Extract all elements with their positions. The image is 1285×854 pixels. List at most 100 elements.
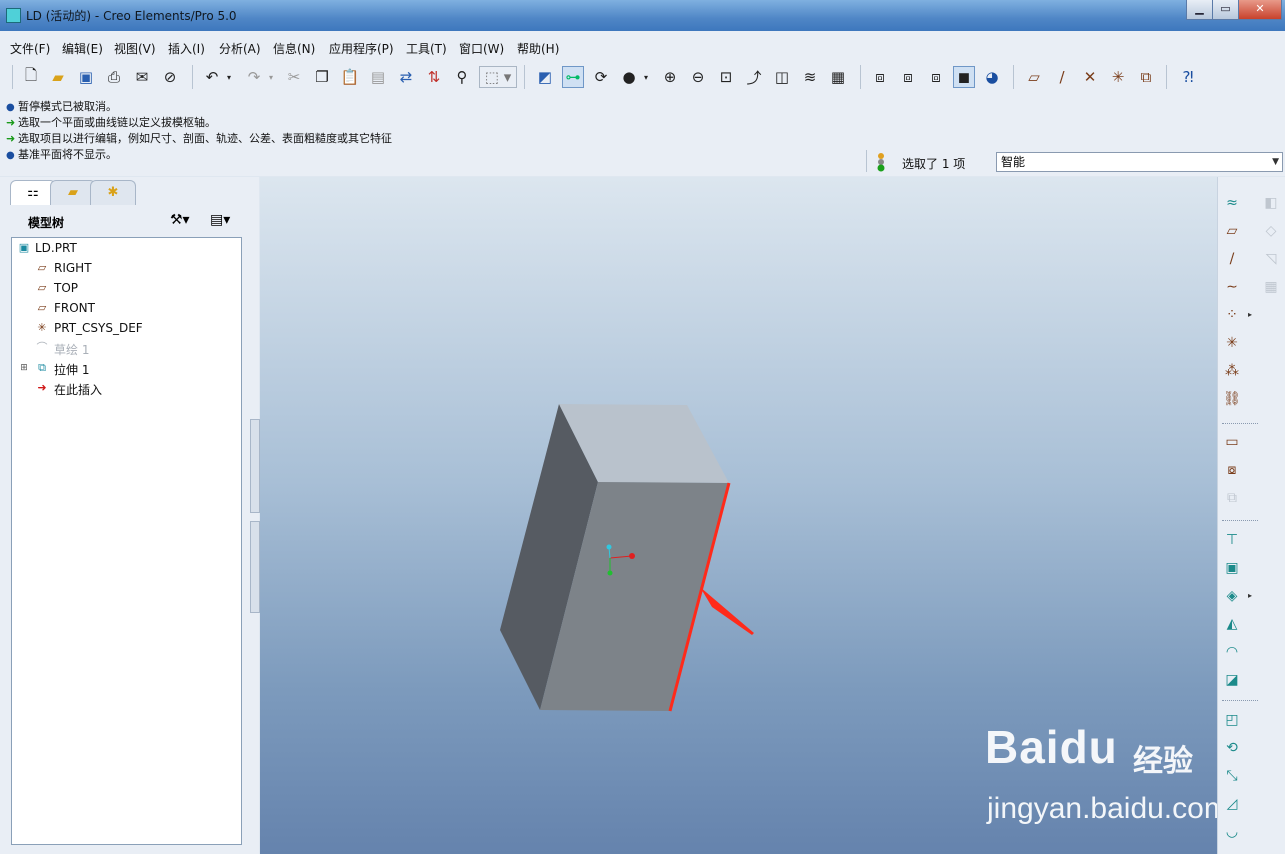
save-icon[interactable]: ▣	[75, 66, 97, 88]
boundary-tool-icon[interactable]: ◡	[1221, 821, 1243, 843]
datum-point-tool-icon[interactable]: ⁘	[1221, 304, 1243, 326]
mirror-icon[interactable]: ◧	[1260, 192, 1282, 214]
csys-tool-icon[interactable]: ✳	[1221, 332, 1243, 354]
point-display-icon[interactable]: ✕	[1079, 66, 1101, 88]
draft-tool-icon[interactable]: ◰	[1221, 709, 1243, 731]
enhanced-realism-icon[interactable]: ◕	[981, 66, 1003, 88]
open-icon[interactable]: ▰	[47, 66, 69, 88]
copy-icon[interactable]: ❐	[311, 66, 333, 88]
graphics-window[interactable]: Baidu 经验 jingyan.baidu.com	[260, 177, 1217, 854]
layers-icon[interactable]: ≋	[799, 66, 821, 88]
find-icon[interactable]: ⚲	[451, 66, 473, 88]
datum-curve-tool-icon[interactable]: ∼	[1221, 276, 1243, 298]
new-icon[interactable]: 🗋	[20, 66, 42, 88]
trim-icon[interactable]: ◹	[1260, 248, 1282, 270]
hidden-line-icon[interactable]: ⧈	[897, 66, 919, 88]
expand-icon[interactable]: ⊞	[17, 361, 31, 375]
feature-toolbar: ≈ ▱ / ∼ ⁘ ▸ ✳ ⁂ ⛓ ◧ ◇ ◹ ▦ ▭ ⧇ ⧉ ⊤ ▣ ◈ ▸ …	[1217, 177, 1285, 854]
tree-item-top[interactable]: ▱ TOP	[12, 278, 237, 298]
shading-icon[interactable]: ◼	[953, 66, 975, 88]
spin-center-icon[interactable]: ⊶	[562, 66, 584, 88]
sweep-tool-icon[interactable]: ⤡	[1221, 765, 1243, 787]
sketch-datum-icon[interactable]: ≈	[1221, 192, 1243, 214]
surface-finish-icon[interactable]: ⧇	[1221, 459, 1243, 481]
minimize-button[interactable]: ▁	[1186, 0, 1213, 20]
revolve-tool-icon[interactable]: ⟲	[1221, 737, 1243, 759]
datum-plane-tool-icon[interactable]: ▱	[1221, 220, 1243, 242]
datum-planes-display-icon[interactable]: ▱	[1023, 66, 1045, 88]
menu-help[interactable]: 帮助(H)	[517, 40, 559, 57]
send-mail-icon[interactable]: ✉	[131, 66, 153, 88]
hole-tool-icon[interactable]: ▣	[1221, 557, 1243, 579]
undo-icon[interactable]: ↶	[201, 66, 223, 88]
datum-target-icon[interactable]: ⧉	[1221, 487, 1243, 509]
tab-favorites[interactable]: ✱	[90, 180, 136, 205]
refit-icon[interactable]: ⊡	[715, 66, 737, 88]
redo-icon[interactable]: ↷	[243, 66, 265, 88]
menu-analysis[interactable]: 分析(A)	[219, 40, 261, 57]
tree-item-right[interactable]: ▱ RIGHT	[12, 258, 237, 278]
maximize-button[interactable]: ▭	[1212, 0, 1239, 20]
extrude-tool-icon[interactable]: ⊤	[1221, 529, 1243, 551]
shell-dropdown-icon[interactable]: ▸	[1245, 585, 1255, 607]
tree-item-front[interactable]: ▱ FRONT	[12, 298, 237, 318]
appearance-dropdown-icon[interactable]: ▾	[641, 66, 651, 88]
zoom-out-icon[interactable]: ⊖	[687, 66, 709, 88]
paste-icon[interactable]: 📋	[339, 66, 361, 88]
paste-special-icon[interactable]: ▤	[367, 66, 389, 88]
close-button[interactable]: ✕	[1238, 0, 1282, 20]
tree-item-part[interactable]: ▣ LD.PRT	[12, 238, 237, 258]
datum-axis-tool-icon[interactable]: /	[1221, 248, 1243, 270]
rib-tool-icon[interactable]: ◭	[1221, 613, 1243, 635]
menu-view[interactable]: 视图(V)	[114, 40, 156, 57]
menu-window[interactable]: 窗口(W)	[459, 40, 504, 57]
merge-icon[interactable]: ◇	[1260, 220, 1282, 242]
orient-mode-icon[interactable]: ⟳	[590, 66, 612, 88]
menu-edit[interactable]: 编辑(E)	[62, 40, 103, 57]
menu-info[interactable]: 信息(N)	[273, 40, 315, 57]
menu-tools[interactable]: 工具(T)	[406, 40, 447, 57]
datum-axes-display-icon[interactable]: /	[1051, 66, 1073, 88]
chain-tool-icon[interactable]: ⛓	[1221, 388, 1243, 410]
reorient-icon[interactable]: ⤴	[743, 66, 765, 88]
selection-filter-dropdown[interactable]: 智能 ▼	[996, 152, 1283, 172]
chamfer-tool-icon[interactable]: ◪	[1221, 669, 1243, 691]
cut-icon[interactable]: ✂	[283, 66, 305, 88]
redraw-icon[interactable]: ◩	[534, 66, 556, 88]
analysis-tool-icon[interactable]: ⁂	[1221, 360, 1243, 382]
tree-item-insert-here[interactable]: ➜ 在此插入	[12, 378, 237, 398]
tree-item-sketch[interactable]: ⌒ 草绘 1	[12, 338, 237, 358]
menu-applications[interactable]: 应用程序(P)	[329, 40, 394, 57]
select-box-icon[interactable]: ⬚ ▾	[479, 66, 517, 88]
undo-dropdown-icon[interactable]: ▾	[224, 66, 234, 88]
blend-tool-icon[interactable]: ◿	[1221, 793, 1243, 815]
round-tool-icon[interactable]: ◠	[1221, 641, 1243, 663]
tree-item-csys[interactable]: ✳ PRT_CSYS_DEF	[12, 318, 237, 338]
menu-file[interactable]: 文件(F)	[10, 40, 50, 57]
view-manager-icon[interactable]: ▦	[827, 66, 849, 88]
csys-display-icon[interactable]: ✳	[1107, 66, 1129, 88]
no-hidden-icon[interactable]: ⧈	[925, 66, 947, 88]
tree-item-extrude[interactable]: ⊞ ⧉ 拉伸 1	[12, 358, 237, 378]
send-link-icon[interactable]: ⊘	[159, 66, 181, 88]
panel-sash-lower[interactable]	[250, 521, 260, 613]
saved-views-icon[interactable]: ◫	[771, 66, 793, 88]
annotation-feature-icon[interactable]: ▭	[1221, 431, 1243, 453]
appearance-icon[interactable]: ●	[618, 66, 640, 88]
show-icon[interactable]: ▤▾	[210, 212, 230, 228]
annotation-display-icon[interactable]: ⧉	[1135, 66, 1157, 88]
pattern-icon[interactable]: ▦	[1260, 276, 1282, 298]
settings-icon[interactable]: ⚒▾	[170, 212, 190, 228]
zoom-in-icon[interactable]: ⊕	[659, 66, 681, 88]
sketch-icon: ⌒	[36, 341, 48, 354]
point-dropdown-icon[interactable]: ▸	[1245, 304, 1255, 326]
redo-dropdown-icon[interactable]: ▾	[266, 66, 276, 88]
regen-manager-icon[interactable]: ⇅	[423, 66, 445, 88]
wireframe-icon[interactable]: ⧈	[869, 66, 891, 88]
print-icon[interactable]: ⎙	[103, 66, 125, 88]
menu-insert[interactable]: 插入(I)	[168, 40, 205, 57]
context-help-icon[interactable]: ⁈	[1177, 66, 1199, 88]
shell-tool-icon[interactable]: ◈	[1221, 585, 1243, 607]
regenerate-icon[interactable]: ⇄	[395, 66, 417, 88]
panel-sash-upper[interactable]	[250, 419, 260, 513]
